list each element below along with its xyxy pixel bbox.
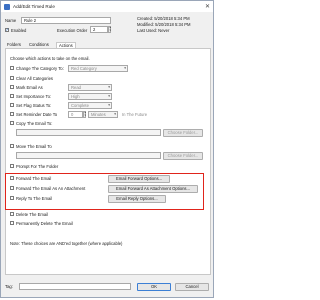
mark-email-value: Read (71, 85, 82, 90)
importance-select[interactable]: High ▾ (68, 93, 112, 100)
delete-email-checkbox[interactable] (10, 212, 14, 216)
reminder-amount-input[interactable]: 0 (68, 111, 83, 118)
move-email-label: Move The Email To (16, 143, 52, 149)
close-icon[interactable]: ✕ (205, 4, 210, 10)
actions-panel: Choose which actions to take on the emai… (5, 48, 211, 275)
modified-text: Modified: 5/20/2018 5:34 PM (137, 22, 191, 27)
importance-label: Set Importance To: (16, 93, 52, 99)
change-category-label: Change The Category To: (16, 65, 64, 71)
copy-choose-folder-button[interactable]: Choose Folder... (163, 128, 203, 137)
reminder-label: Set Reminder Date To (16, 111, 58, 117)
mark-email-select[interactable]: Read ▾ (68, 84, 112, 91)
clear-categories-checkbox[interactable] (10, 76, 14, 80)
tag-input[interactable] (19, 283, 131, 290)
permanently-delete-checkbox[interactable] (10, 221, 14, 225)
execution-order-label: Execution Order (57, 27, 88, 33)
chevron-down-icon: ▾ (108, 103, 110, 107)
change-category-checkbox[interactable] (10, 66, 14, 70)
and-note: Note: These choices are AND'ed together … (10, 241, 123, 246)
ok-button[interactable]: OK (137, 282, 171, 291)
permanently-delete-label: Permanently Delete The Email (16, 220, 73, 226)
chevron-down-icon: ▾ (108, 85, 110, 89)
importance-checkbox[interactable] (10, 94, 14, 98)
copy-folder-field (16, 129, 161, 136)
prompt-folder-checkbox[interactable] (10, 164, 14, 168)
copy-email-label: Copy The Email To: (16, 120, 53, 126)
mark-email-label: Mark Email As (16, 84, 43, 90)
rule-dialog: Add/Edit Timed Rule ✕ Name Rule 2 Create… (0, 0, 214, 298)
name-label: Name (5, 18, 17, 23)
prompt-folder-label: Prompt For The Folder (16, 163, 59, 169)
copy-email-checkbox[interactable] (10, 121, 14, 125)
tag-label: Tag: (5, 284, 13, 289)
chevron-down-icon: ▾ (114, 112, 116, 116)
reminder-unit-select[interactable]: Minutes ▾ (88, 111, 118, 118)
category-select[interactable]: Red Category ▾ (68, 65, 128, 72)
enabled-label: Enabled (11, 27, 27, 33)
move-folder-field (16, 152, 161, 159)
spinner-arrows-icon[interactable]: ▲ ▼ (108, 26, 111, 33)
flag-status-checkbox[interactable] (10, 103, 14, 107)
mark-email-checkbox[interactable] (10, 85, 14, 89)
name-input[interactable]: Rule 2 (21, 17, 111, 24)
chevron-down-icon: ▾ (108, 94, 110, 98)
spinner-arrows-icon[interactable]: ▲ ▼ (83, 111, 86, 118)
app-icon (4, 3, 10, 10)
move-choose-folder-button[interactable]: Choose Folder... (163, 151, 203, 160)
actions-intro: Choose which actions to take on the emai… (10, 56, 90, 61)
chevron-down-icon: ▾ (124, 66, 126, 70)
importance-value: High (71, 94, 80, 99)
clear-categories-label: Clear All Categories (16, 75, 54, 81)
created-text: Created: 5/20/2018 5:34 PM (137, 16, 190, 21)
reminder-unit-value: Minutes (91, 112, 106, 117)
move-email-checkbox[interactable] (10, 144, 14, 148)
execution-order-input[interactable]: 2 (90, 26, 108, 33)
reminder-suffix: In The Future (122, 111, 148, 117)
cancel-button[interactable]: Cancel (175, 282, 209, 291)
flag-status-value: Complete (71, 103, 89, 108)
delete-email-label: Delete The Email (16, 211, 49, 217)
flag-status-select[interactable]: Complete ▾ (68, 102, 112, 109)
flag-status-label: Set Flag Status To: (16, 102, 52, 108)
category-value: Red Category (71, 66, 97, 71)
last-used-text: Last Used: Never (137, 28, 170, 33)
enabled-checkbox[interactable] (5, 27, 9, 33)
title-bar: Add/Edit Timed Rule ✕ (1, 1, 213, 12)
highlight-box (5, 173, 204, 210)
reminder-checkbox[interactable] (10, 112, 14, 116)
window-title: Add/Edit Timed Rule (13, 4, 55, 9)
